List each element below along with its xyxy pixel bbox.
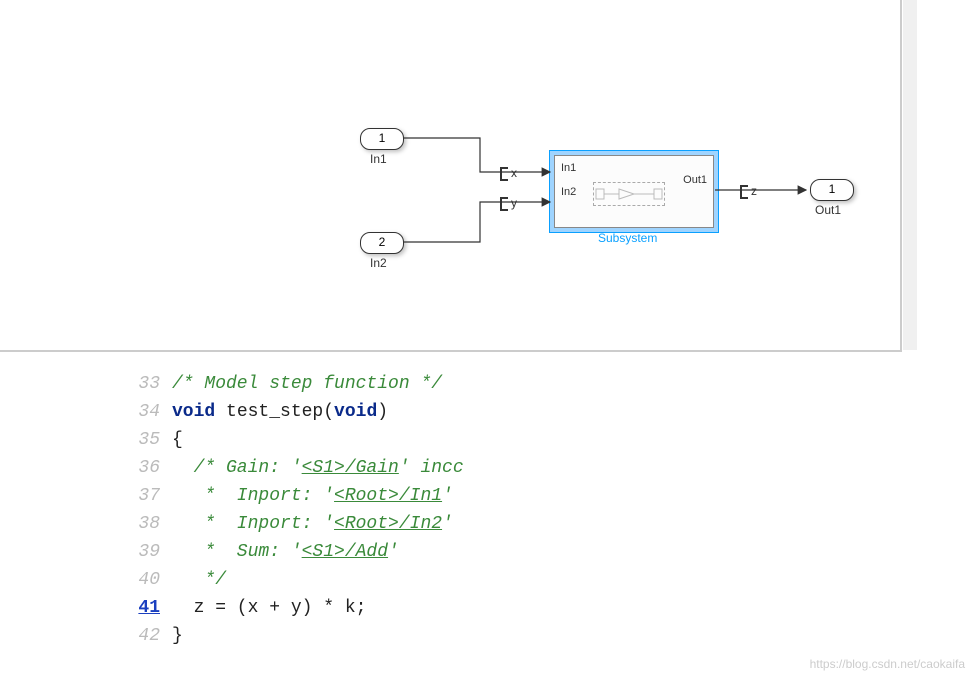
code-line: 35{ [120,426,820,454]
wires-layer [0,0,900,350]
line-number: 38 [120,510,172,538]
code-line: 37 * Inport: '<Root>/In1' [120,482,820,510]
watermark-text: https://blog.csdn.net/caokaifa [810,657,965,671]
line-number: 37 [120,482,172,510]
inport-2-block[interactable]: 2 [360,232,404,254]
simulink-canvas[interactable]: 1 In1 2 In2 x y z In1 In2 Out1 Subsystem… [0,0,902,352]
code-line: 33/* Model step function */ [120,370,820,398]
code-text: } [172,622,183,650]
code-line: 38 * Inport: '<Root>/In2' [120,510,820,538]
subsystem-pin-in1: In1 [561,162,576,174]
code-line: 40 */ [120,566,820,594]
code-line: 36 /* Gain: '<S1>/Gain' incc [120,454,820,482]
line-number: 42 [120,622,172,650]
code-text: { [172,426,183,454]
code-text: * Sum: '<S1>/Add' [172,538,399,566]
code-text: * Inport: '<Root>/In1' [172,482,453,510]
outport-1-block[interactable]: 1 [810,179,854,201]
outport-1-num: 1 [829,182,836,196]
inport-2-num: 2 [379,235,386,249]
canvas-scrollbar[interactable] [903,0,917,350]
code-text: /* Gain: '<S1>/Gain' incc [172,454,464,482]
line-number: 35 [120,426,172,454]
bus-creator-y: y [500,196,517,211]
bus-selector-z: z [740,184,757,199]
line-number[interactable]: 41 [120,594,172,622]
code-line: 42} [120,622,820,650]
subsystem-preview-icon [593,182,665,206]
code-line: 39 * Sum: '<S1>/Add' [120,538,820,566]
code-text: /* Model step function */ [172,370,442,398]
code-text: */ [172,566,226,594]
code-line: 34void test_step(void) [120,398,820,426]
bus-creator-x: x [500,166,517,181]
inport-1-num: 1 [379,131,386,145]
subsystem-block[interactable]: In1 In2 Out1 [554,155,714,228]
subsystem-label: Subsystem [598,231,657,245]
inport-1-block[interactable]: 1 [360,128,404,150]
line-number: 34 [120,398,172,426]
subsystem-pin-out1: Out1 [683,174,707,186]
outport-1-label: Out1 [815,203,841,217]
code-line: 41 z = (x + y) * k; [120,594,820,622]
code-text: * Inport: '<Root>/In2' [172,510,453,538]
line-number: 36 [120,454,172,482]
code-view: 33/* Model step function */34void test_s… [120,370,820,650]
line-number: 33 [120,370,172,398]
code-text: z = (x + y) * k; [172,594,366,622]
line-number: 40 [120,566,172,594]
code-text: void test_step(void) [172,398,388,426]
inport-2-label: In2 [370,256,387,270]
inport-1-label: In1 [370,152,387,166]
line-number: 39 [120,538,172,566]
subsystem-pin-in2: In2 [561,186,576,198]
